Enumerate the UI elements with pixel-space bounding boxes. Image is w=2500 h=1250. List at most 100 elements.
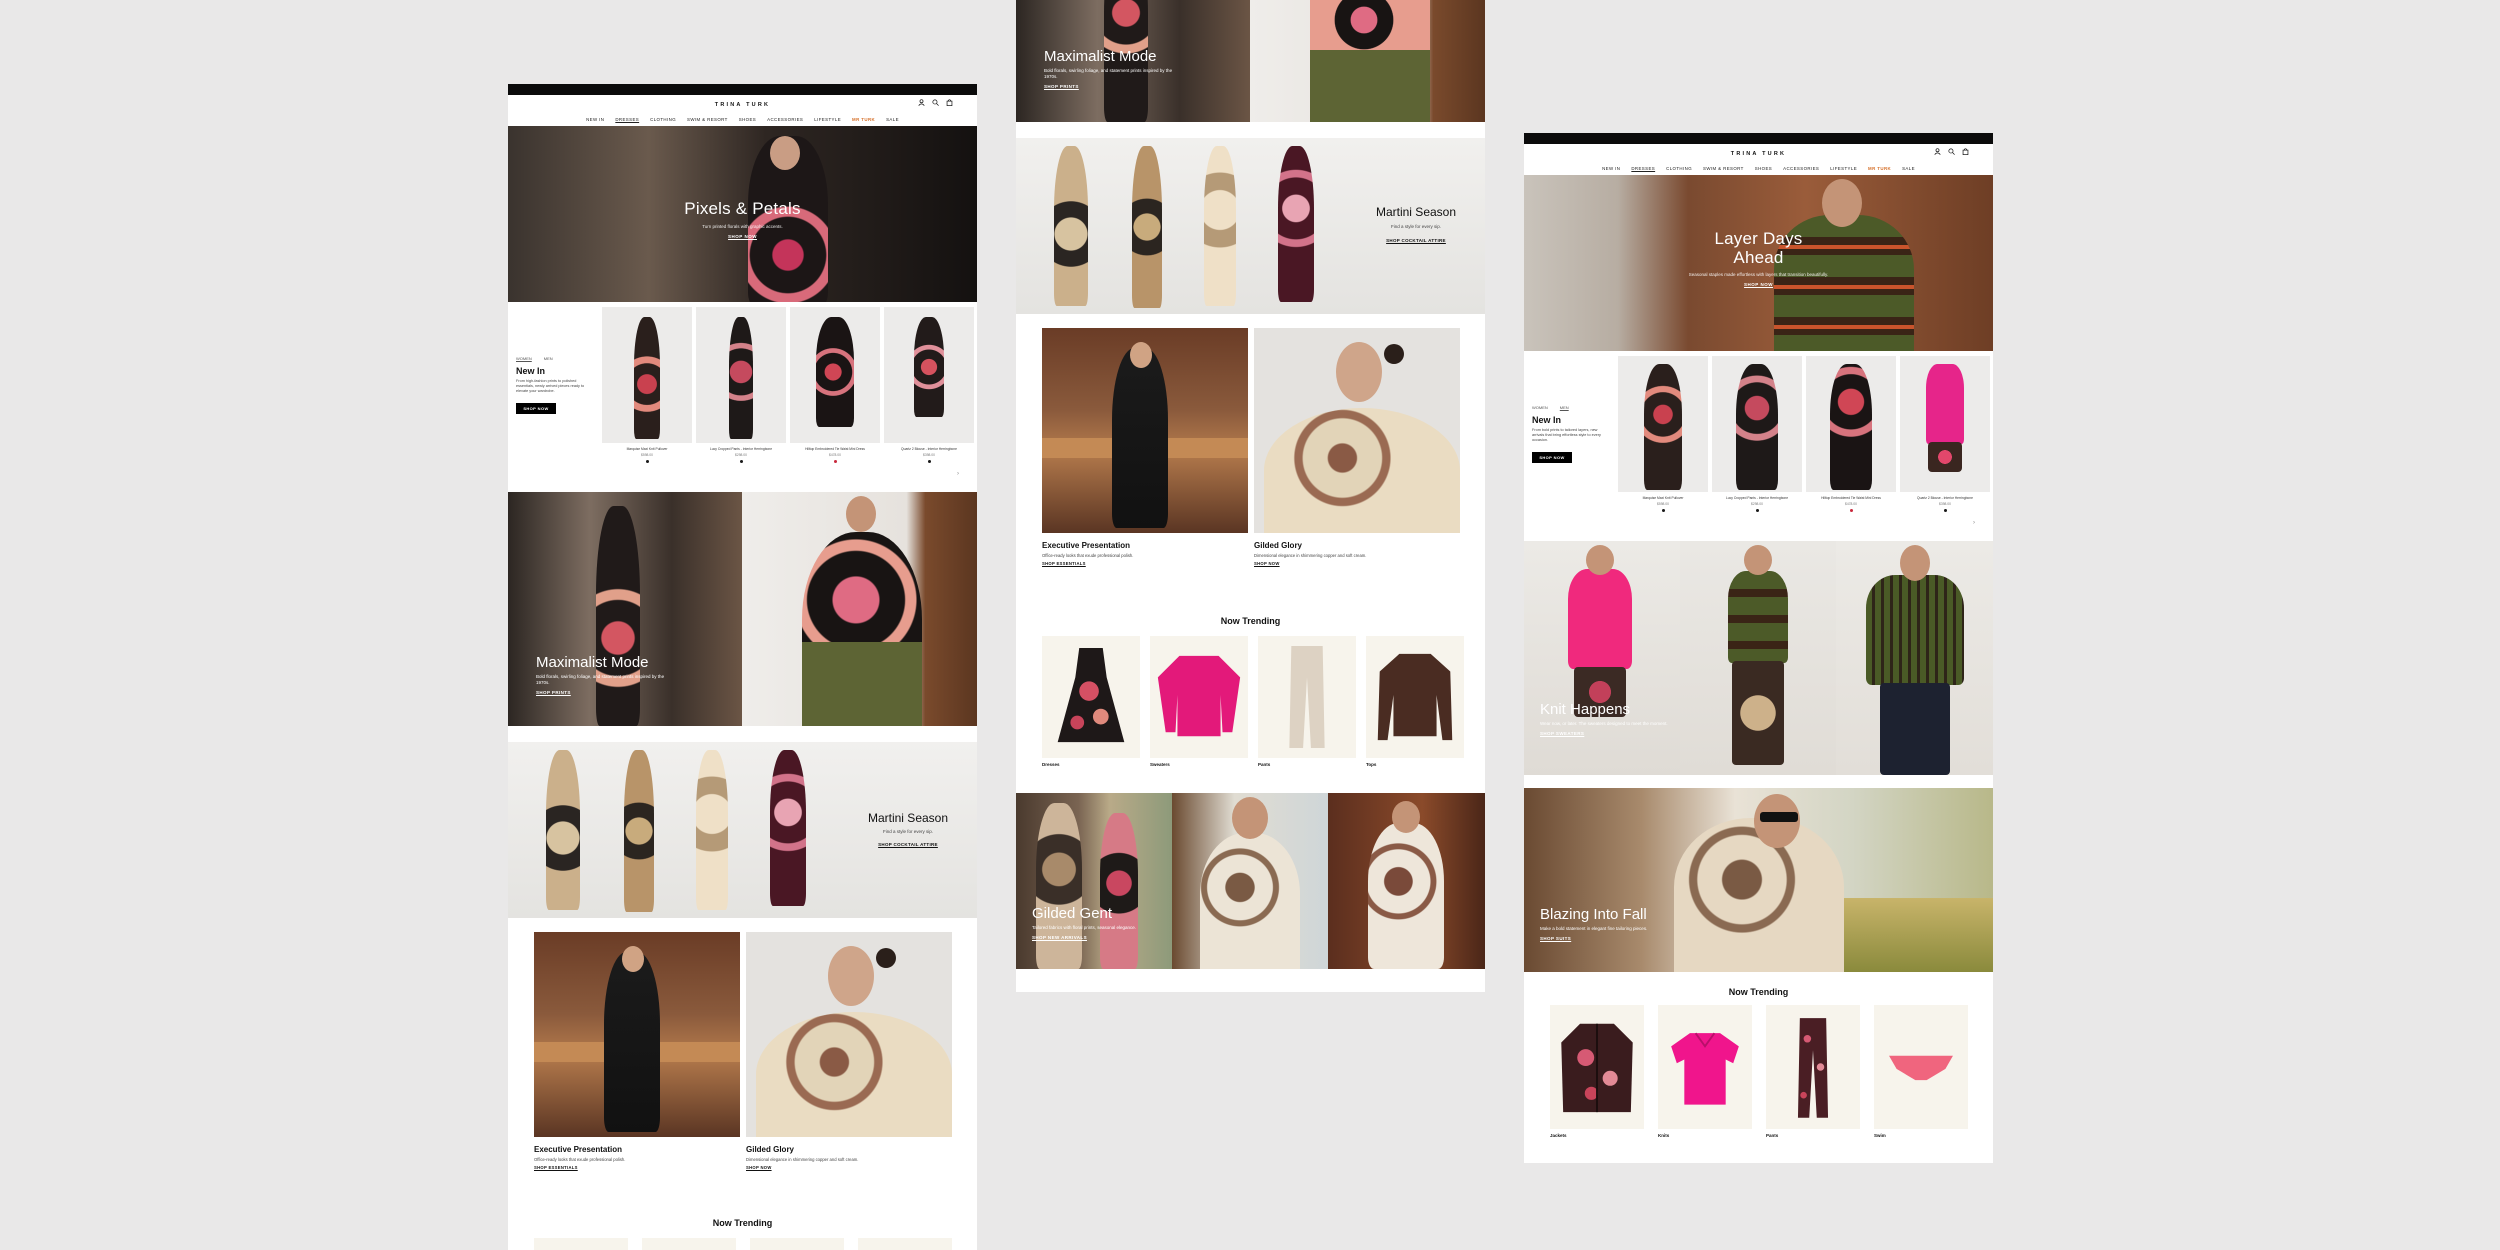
- shop-now-button[interactable]: SHOP NOW: [1532, 452, 1572, 463]
- nav-dresses[interactable]: DRESSES: [1631, 166, 1655, 171]
- martini-cta[interactable]: SHOP COCKTAIL ATTIRE: [1356, 238, 1476, 243]
- product-card[interactable]: Hilltop Embroidered Tie Waist Mini Dress…: [790, 307, 880, 477]
- gilded-gent-cta[interactable]: SHOP NEW ARRIVALS: [1032, 935, 1136, 940]
- blazing-cta[interactable]: SHOP SUITS: [1540, 936, 1647, 941]
- color-swatch[interactable]: [833, 460, 837, 463]
- nav-new-in[interactable]: NEW IN: [586, 117, 604, 122]
- knit-cta[interactable]: SHOP SWEATERS: [1540, 731, 1668, 736]
- chevron-right-icon[interactable]: ›: [957, 471, 959, 477]
- color-swatch[interactable]: [1943, 509, 1947, 512]
- bag-icon[interactable]: [946, 99, 953, 106]
- nav-clothing[interactable]: CLOTHING: [1666, 166, 1692, 171]
- maximalist-cta[interactable]: SHOP PRINTS: [536, 690, 666, 695]
- nav-accessories[interactable]: ACCESSORIES: [1783, 166, 1819, 171]
- color-swatch[interactable]: [927, 460, 931, 463]
- trending-label[interactable]: Pants: [1258, 762, 1270, 767]
- trending-item[interactable]: Pants: [1766, 1005, 1860, 1145]
- nav-mr-turk[interactable]: MR TURK: [1868, 166, 1891, 171]
- product-name[interactable]: Hilltop Embroidered Tie Waist Mini Dress: [1806, 496, 1896, 500]
- product-card[interactable]: Quartz 2 Blouse - Interior Herringbone $…: [884, 307, 974, 477]
- product-image[interactable]: [1712, 356, 1802, 492]
- hero-banner[interactable]: Layer Days Ahead Seasonal staples made e…: [1524, 175, 1993, 351]
- trending-tile[interactable]: [858, 1238, 952, 1250]
- tab-men[interactable]: MEN: [544, 356, 553, 361]
- maximalist-banner[interactable]: Maximalist Mode Bold florals, swirling f…: [508, 492, 977, 726]
- product-image[interactable]: [884, 307, 974, 443]
- hero-cta[interactable]: SHOP NOW: [1524, 282, 1993, 287]
- shop-now-button[interactable]: SHOP NOW: [516, 403, 556, 414]
- trending-image[interactable]: [1366, 636, 1464, 758]
- product-name[interactable]: Lucy Cropped Pants - Interior Herringbon…: [696, 447, 786, 451]
- product-card[interactable]: Marquise Maxi Knit Pullover $598.00: [602, 307, 692, 477]
- color-swatch[interactable]: [1755, 509, 1759, 512]
- hero-cta[interactable]: SHOP NOW: [508, 234, 977, 239]
- knit-banner[interactable]: Knit Happens Wear now, or later. The swe…: [1524, 541, 1993, 775]
- product-name[interactable]: Marquise Maxi Knit Pullover: [602, 447, 692, 451]
- trending-tile[interactable]: [750, 1238, 844, 1250]
- product-card[interactable]: Lucy Cropped Pants - Interior Herringbon…: [1712, 356, 1802, 526]
- product-image[interactable]: [1618, 356, 1708, 492]
- product-card[interactable]: Quartz 2 Blouse - Interior Herringbone $…: [1900, 356, 1990, 526]
- product-name[interactable]: Quartz 2 Blouse - Interior Herringbone: [1900, 496, 1990, 500]
- product-image[interactable]: [1900, 356, 1990, 492]
- gilded-image[interactable]: [1254, 328, 1460, 533]
- trending-item[interactable]: Jackets: [1550, 1005, 1644, 1145]
- tab-women[interactable]: WOMEN: [1532, 405, 1548, 410]
- trending-tile[interactable]: [642, 1238, 736, 1250]
- nav-swim-resort[interactable]: SWIM & RESORT: [1703, 166, 1744, 171]
- product-card[interactable]: Hilltop Embroidered Tie Waist Mini Dress…: [1806, 356, 1896, 526]
- nav-lifestyle[interactable]: LIFESTYLE: [814, 117, 841, 122]
- brand-logo[interactable]: TRINA TURK: [1524, 151, 1993, 157]
- trending-label[interactable]: Jackets: [1550, 1133, 1567, 1138]
- gilded-cta[interactable]: SHOP NOW: [746, 1165, 772, 1170]
- gilded-cta[interactable]: SHOP NOW: [1254, 561, 1280, 566]
- color-swatch[interactable]: [1661, 509, 1665, 512]
- brand-logo[interactable]: TRINA TURK: [508, 102, 977, 108]
- gilded-image[interactable]: [746, 932, 952, 1137]
- trending-item[interactable]: Swim: [1874, 1005, 1968, 1145]
- user-icon[interactable]: [918, 99, 925, 106]
- nav-clothing[interactable]: CLOTHING: [650, 117, 676, 122]
- chevron-right-icon[interactable]: ›: [1973, 520, 1975, 526]
- trending-tile[interactable]: [534, 1238, 628, 1250]
- maximalist-banner[interactable]: Maximalist Mode Bold florals, swirling f…: [1016, 0, 1485, 122]
- maximalist-cta[interactable]: SHOP PRINTS: [1044, 84, 1174, 89]
- product-card[interactable]: Marquise Maxi Knit Pullover $598.00: [1618, 356, 1708, 526]
- trending-image[interactable]: [1042, 636, 1140, 758]
- tab-men[interactable]: MEN: [1560, 405, 1569, 410]
- product-name[interactable]: Marquise Maxi Knit Pullover: [1618, 496, 1708, 500]
- trending-image[interactable]: [1258, 636, 1356, 758]
- product-name[interactable]: Lucy Cropped Pants - Interior Herringbon…: [1712, 496, 1802, 500]
- bag-icon[interactable]: [1962, 148, 1969, 155]
- trending-item[interactable]: Pants: [1258, 636, 1356, 772]
- search-icon[interactable]: [932, 99, 939, 106]
- trending-image[interactable]: [1658, 1005, 1752, 1129]
- blazing-banner[interactable]: Blazing Into Fall Make a bold statement …: [1524, 788, 1993, 972]
- color-swatch[interactable]: [1849, 509, 1853, 512]
- nav-dresses[interactable]: DRESSES: [615, 117, 639, 122]
- trending-label[interactable]: Swim: [1874, 1133, 1886, 1138]
- executive-image[interactable]: [534, 932, 740, 1137]
- trending-image[interactable]: [1150, 636, 1248, 758]
- nav-accessories[interactable]: ACCESSORIES: [767, 117, 803, 122]
- product-image[interactable]: [1806, 356, 1896, 492]
- trending-image[interactable]: [1766, 1005, 1860, 1129]
- executive-cta[interactable]: SHOP ESSENTIALS: [534, 1165, 578, 1170]
- hero-banner[interactable]: Pixels & Petals Turn printed florals wit…: [508, 126, 977, 302]
- nav-sale[interactable]: SALE: [886, 117, 899, 122]
- color-swatch[interactable]: [739, 460, 743, 463]
- trending-item[interactable]: Sweaters: [1150, 636, 1248, 772]
- nav-shoes[interactable]: SHOES: [739, 117, 756, 122]
- tab-women[interactable]: WOMEN: [516, 356, 532, 361]
- nav-mr-turk[interactable]: MR TURK: [852, 117, 875, 122]
- color-swatch[interactable]: [645, 460, 649, 463]
- martini-banner[interactable]: Martini Season Find a style for every si…: [508, 742, 977, 918]
- search-icon[interactable]: [1948, 148, 1955, 155]
- trending-label[interactable]: Pants: [1766, 1133, 1778, 1138]
- gilded-gent-banner[interactable]: Gilded Gent Tailored fabrics with floral…: [1016, 793, 1485, 969]
- martini-cta[interactable]: SHOP COCKTAIL ATTIRE: [848, 842, 968, 847]
- product-name[interactable]: Hilltop Embroidered Tie Waist Mini Dress: [790, 447, 880, 451]
- product-image[interactable]: [602, 307, 692, 443]
- nav-lifestyle[interactable]: LIFESTYLE: [1830, 166, 1857, 171]
- trending-label[interactable]: Tops: [1366, 762, 1376, 767]
